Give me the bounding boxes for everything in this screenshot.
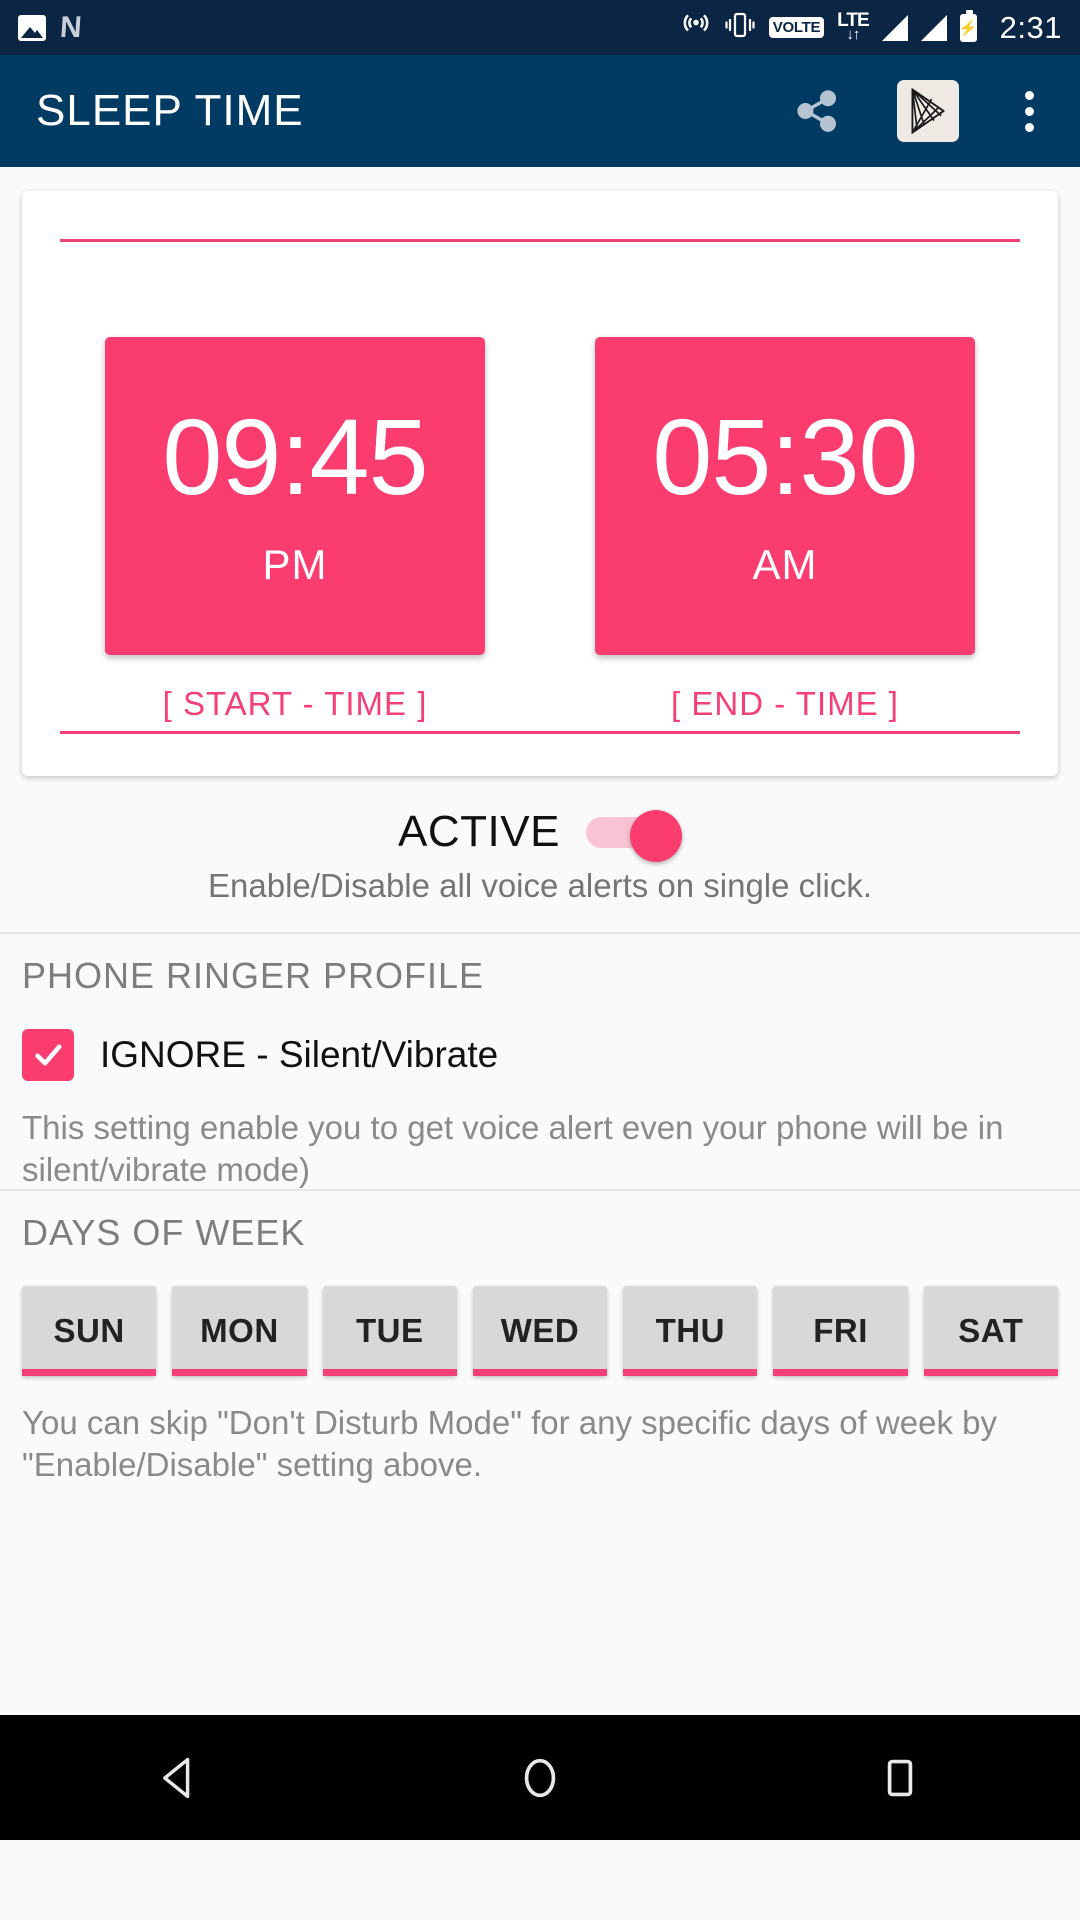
active-label: ACTIVE bbox=[398, 807, 560, 856]
ignore-silent-label: IGNORE - Silent/Vibrate bbox=[100, 1034, 499, 1075]
status-bar: N VOLTE LTE ↓↑ ⚡ 2:31 bbox=[0, 0, 1080, 55]
day-button-fri[interactable]: FRI bbox=[773, 1286, 908, 1376]
day-label: MON bbox=[200, 1312, 279, 1349]
start-time-tile[interactable]: 09:45 PM bbox=[105, 337, 485, 655]
kebab-dot bbox=[1025, 106, 1034, 116]
day-button-wed[interactable]: WED bbox=[472, 1286, 608, 1376]
time-tiles: 09:45 PM [ START - TIME ] 05:30 AM [ END… bbox=[22, 337, 1058, 723]
share-icon[interactable] bbox=[793, 87, 841, 135]
home-icon[interactable] bbox=[470, 1715, 610, 1840]
ringer-section-title: PHONE RINGER PROFILE bbox=[22, 955, 485, 996]
active-description: Enable/Disable all voice alerts on singl… bbox=[208, 867, 872, 904]
day-button-sat[interactable]: SAT bbox=[923, 1286, 1059, 1376]
day-button-thu[interactable]: THU bbox=[623, 1286, 758, 1376]
start-time-meridiem: PM bbox=[262, 541, 328, 588]
lte-arrows: ↓↑ bbox=[846, 26, 860, 44]
status-bar-right: VOLTE LTE ↓↑ ⚡ 2:31 bbox=[681, 9, 1062, 46]
start-time-label: [ START - TIME ] bbox=[162, 685, 428, 722]
days-section-title: DAYS OF WEEK bbox=[22, 1212, 306, 1253]
battery-bolt: ⚡ bbox=[959, 15, 978, 40]
day-label: SUN bbox=[53, 1312, 125, 1349]
divider bbox=[0, 1189, 1080, 1191]
end-time-group: 05:30 AM [ END - TIME ] bbox=[595, 337, 975, 723]
day-label: WED bbox=[500, 1312, 580, 1349]
signal-icon bbox=[881, 14, 908, 41]
day-buttons-row: SUN MON TUE WED THU FRI SAT bbox=[22, 1286, 1059, 1376]
recents-icon[interactable] bbox=[830, 1715, 970, 1840]
end-time-value: 05:30 bbox=[652, 396, 918, 517]
time-card: 09:45 PM [ START - TIME ] 05:30 AM [ END… bbox=[22, 191, 1058, 776]
status-bar-left: N bbox=[18, 10, 83, 44]
netflix-icon: N bbox=[58, 10, 83, 44]
more-options-icon[interactable] bbox=[1015, 85, 1044, 138]
card-top-rule bbox=[60, 239, 1020, 242]
app-bar: SLEEP TIME bbox=[0, 55, 1080, 167]
vibrate-icon bbox=[724, 11, 756, 44]
ignore-silent-checkbox[interactable] bbox=[22, 1029, 74, 1081]
end-time-meridiem: AM bbox=[752, 541, 818, 588]
kebab-dot bbox=[1025, 122, 1034, 132]
main-content: 09:45 PM [ START - TIME ] 05:30 AM [ END… bbox=[0, 167, 1080, 1840]
ringer-description: This setting enable you to get voice ale… bbox=[22, 1109, 1004, 1189]
card-bottom-rule bbox=[60, 731, 1020, 734]
battery-charging-icon: ⚡ bbox=[959, 9, 978, 42]
end-time-label: [ END - TIME ] bbox=[671, 685, 899, 722]
hotspot-icon bbox=[681, 10, 711, 45]
divider bbox=[0, 932, 1080, 934]
day-label: FRI bbox=[813, 1312, 868, 1349]
days-of-week-section: DAYS OF WEEK SUN MON TUE WED THU FRI SAT… bbox=[22, 1212, 1059, 1486]
lte-icon: LTE ↓↑ bbox=[837, 11, 870, 44]
back-icon[interactable] bbox=[110, 1715, 250, 1840]
volte-icon: VOLTE bbox=[768, 16, 825, 39]
active-toggle-switch[interactable] bbox=[585, 810, 682, 862]
start-time-group: 09:45 PM [ START - TIME ] bbox=[105, 337, 485, 723]
end-time-tile[interactable]: 05:30 AM bbox=[595, 337, 975, 655]
image-icon bbox=[18, 14, 46, 41]
status-clock: 2:31 bbox=[999, 9, 1062, 45]
page-title: SLEEP TIME bbox=[36, 86, 304, 135]
day-button-tue[interactable]: TUE bbox=[322, 1286, 458, 1376]
days-description: You can skip "Don't Disturb Mode" for an… bbox=[22, 1404, 997, 1484]
start-time-value: 09:45 bbox=[162, 396, 428, 517]
ringer-profile-section: PHONE RINGER PROFILE IGNORE - Silent/Vib… bbox=[22, 955, 1058, 1191]
day-label: TUE bbox=[355, 1312, 424, 1349]
ignore-silent-row[interactable]: IGNORE - Silent/Vibrate bbox=[22, 1029, 1058, 1081]
toggle-knob bbox=[629, 810, 682, 862]
day-button-sun[interactable]: SUN bbox=[22, 1286, 157, 1376]
kebab-dot bbox=[1025, 90, 1034, 100]
signal-icon bbox=[920, 14, 947, 41]
active-toggle-row: ACTIVE bbox=[0, 807, 1080, 862]
play-store-icon[interactable] bbox=[897, 80, 959, 142]
navigation-bar bbox=[0, 1715, 1080, 1840]
day-button-mon[interactable]: MON bbox=[172, 1286, 307, 1376]
day-label: THU bbox=[655, 1312, 725, 1349]
app-bar-actions bbox=[793, 80, 1044, 142]
day-label: SAT bbox=[958, 1312, 1024, 1349]
